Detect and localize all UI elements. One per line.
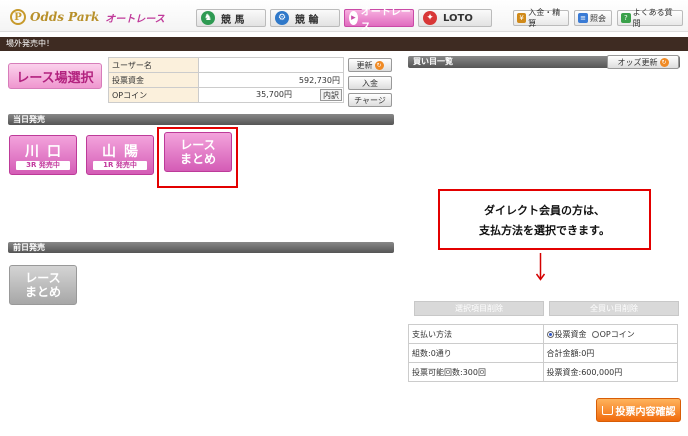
delete-all-button[interactable]: 全買い目削除 <box>549 301 679 316</box>
info-key: ユーザー名 <box>108 57 199 73</box>
logo-subtitle: オートレース <box>105 13 165 25</box>
nav-tab-autorace[interactable]: ▸ オートレース <box>344 7 414 33</box>
race-venue-name: 山陽 <box>102 144 146 160</box>
race-status: 1R 発売中 <box>93 161 147 170</box>
confirm-label: 投票内容確認 <box>615 406 676 418</box>
radio-op-coin[interactable] <box>591 330 599 338</box>
race-card-kawaguchi[interactable]: 川口 3R 発売中 <box>9 135 77 175</box>
nav-tab-label: LOTO <box>443 12 473 24</box>
callout-line: ダイレクト会員の方は、 <box>484 204 605 217</box>
deposit-icon: ¥ <box>517 13 527 23</box>
info-value <box>198 57 344 73</box>
summary-line: まとめ <box>24 285 61 299</box>
info-value-cell: 内訳 35,700円 <box>198 87 344 103</box>
info-row-vote-fund: 投票資金 592,730円 <box>108 72 344 88</box>
vote-fund: 投票資金:600,000円 <box>542 362 678 382</box>
cart-icon <box>601 405 613 415</box>
deposit-button[interactable]: 入金 <box>348 76 392 90</box>
callout-line: 支払方法を選択できます。 <box>479 224 610 237</box>
charge-button[interactable]: チャージ <box>348 93 392 107</box>
highlight-box <box>157 127 238 188</box>
prev-race-summary-card: レース まとめ <box>9 265 77 305</box>
race-card-sanyo[interactable]: 山陽 1R 発売中 <box>86 135 154 175</box>
radio-label: 投票資金 <box>554 329 587 339</box>
faq-icon: ? <box>621 13 631 23</box>
horse-icon: ♞ <box>201 11 215 25</box>
venue-select-button[interactable]: レース場選択 <box>8 63 102 89</box>
breakdown-button[interactable]: 内訳 <box>320 89 342 101</box>
account-info-table: ユーザー名 投票資金 592,730円 OPコイン 内訳 35,700円 <box>108 57 344 103</box>
info-row-username: ユーザー名 <box>108 57 344 73</box>
race-status: 3R 発売中 <box>16 161 70 170</box>
info-value: 592,730円 <box>198 72 344 88</box>
radio-vote-fund[interactable] <box>546 330 554 338</box>
combo-count: 組数:0通り <box>408 343 544 363</box>
race-venue-name: 川口 <box>25 144 69 160</box>
notice-bar: 場外発売中！ <box>0 37 688 51</box>
deposit-settle-link[interactable]: ¥ 入金・精算 <box>513 8 569 28</box>
refresh-icon: ↻ <box>659 57 669 67</box>
summary-line: レース <box>25 271 61 285</box>
nav-tab-label: 競 馬 <box>221 14 245 26</box>
vote-count: 投票可能回数:300回 <box>408 362 544 382</box>
info-key: 投票資金 <box>108 72 199 88</box>
util-label: よくある質問 <box>632 8 673 28</box>
nav-tab-label: オートレース <box>360 7 411 33</box>
info-key: OPコイン <box>108 87 199 103</box>
today-section-header: 当日発売 <box>8 114 394 125</box>
logo-mark-icon: P <box>10 9 26 25</box>
logo-text: Odds Park <box>30 10 100 24</box>
radio-label: OPコイン <box>599 329 635 339</box>
nav-tab-loto[interactable]: ✦ LOTO <box>418 9 492 27</box>
info-row-op-coin: OPコイン 内訳 35,700円 <box>108 87 344 103</box>
loto-icon: ✦ <box>423 11 437 25</box>
info-value: 35,700円 <box>256 90 292 99</box>
odds-update-button[interactable]: オッズ更新 ↻ <box>607 55 679 69</box>
refresh-icon: ↻ <box>374 60 384 70</box>
nav-tab-keiba[interactable]: ♞ 競 馬 <box>196 9 266 27</box>
nav-tab-label: 競 輪 <box>295 14 319 26</box>
payment-method-label: 支払い方法 <box>408 324 544 344</box>
update-button[interactable]: 更新 ↻ <box>348 58 392 72</box>
payment-method-options: 投票資金 OPコイン <box>542 324 678 344</box>
down-arrow-icon <box>536 253 545 281</box>
confirm-vote-button[interactable]: 投票内容確認 <box>596 398 681 422</box>
util-label: 照会 <box>590 13 606 23</box>
header-bar: P Odds Park オートレース ♞ 競 馬 ⚙ 競 輪 ▸ オートレース … <box>0 0 688 33</box>
update-label: 更新 <box>356 60 373 70</box>
inquiry-link[interactable]: ≡ 照会 <box>574 10 612 26</box>
direct-member-callout: ダイレクト会員の方は、 支払方法を選択できます。 <box>438 189 651 250</box>
total-amount: 合計金額:0円 <box>542 343 678 363</box>
payment-summary-table: 支払い方法 投票資金 OPコイン 組数:0通り 合計金額:0円 投票可能回数:3… <box>408 324 678 382</box>
delete-selected-button[interactable]: 選択項目削除 <box>414 301 544 316</box>
inquiry-icon: ≡ <box>578 13 588 23</box>
odds-update-label: オッズ更新 <box>617 57 658 67</box>
prev-day-section-header: 前日発売 <box>8 242 394 253</box>
util-label: 入金・精算 <box>528 8 561 28</box>
odds-park-logo[interactable]: P Odds Park オートレース <box>10 8 165 26</box>
nav-tab-keirin[interactable]: ⚙ 競 輪 <box>270 9 340 27</box>
motorcycle-icon: ▸ <box>349 11 358 25</box>
bicycle-icon: ⚙ <box>275 11 289 25</box>
faq-link[interactable]: ? よくある質問 <box>617 8 683 28</box>
